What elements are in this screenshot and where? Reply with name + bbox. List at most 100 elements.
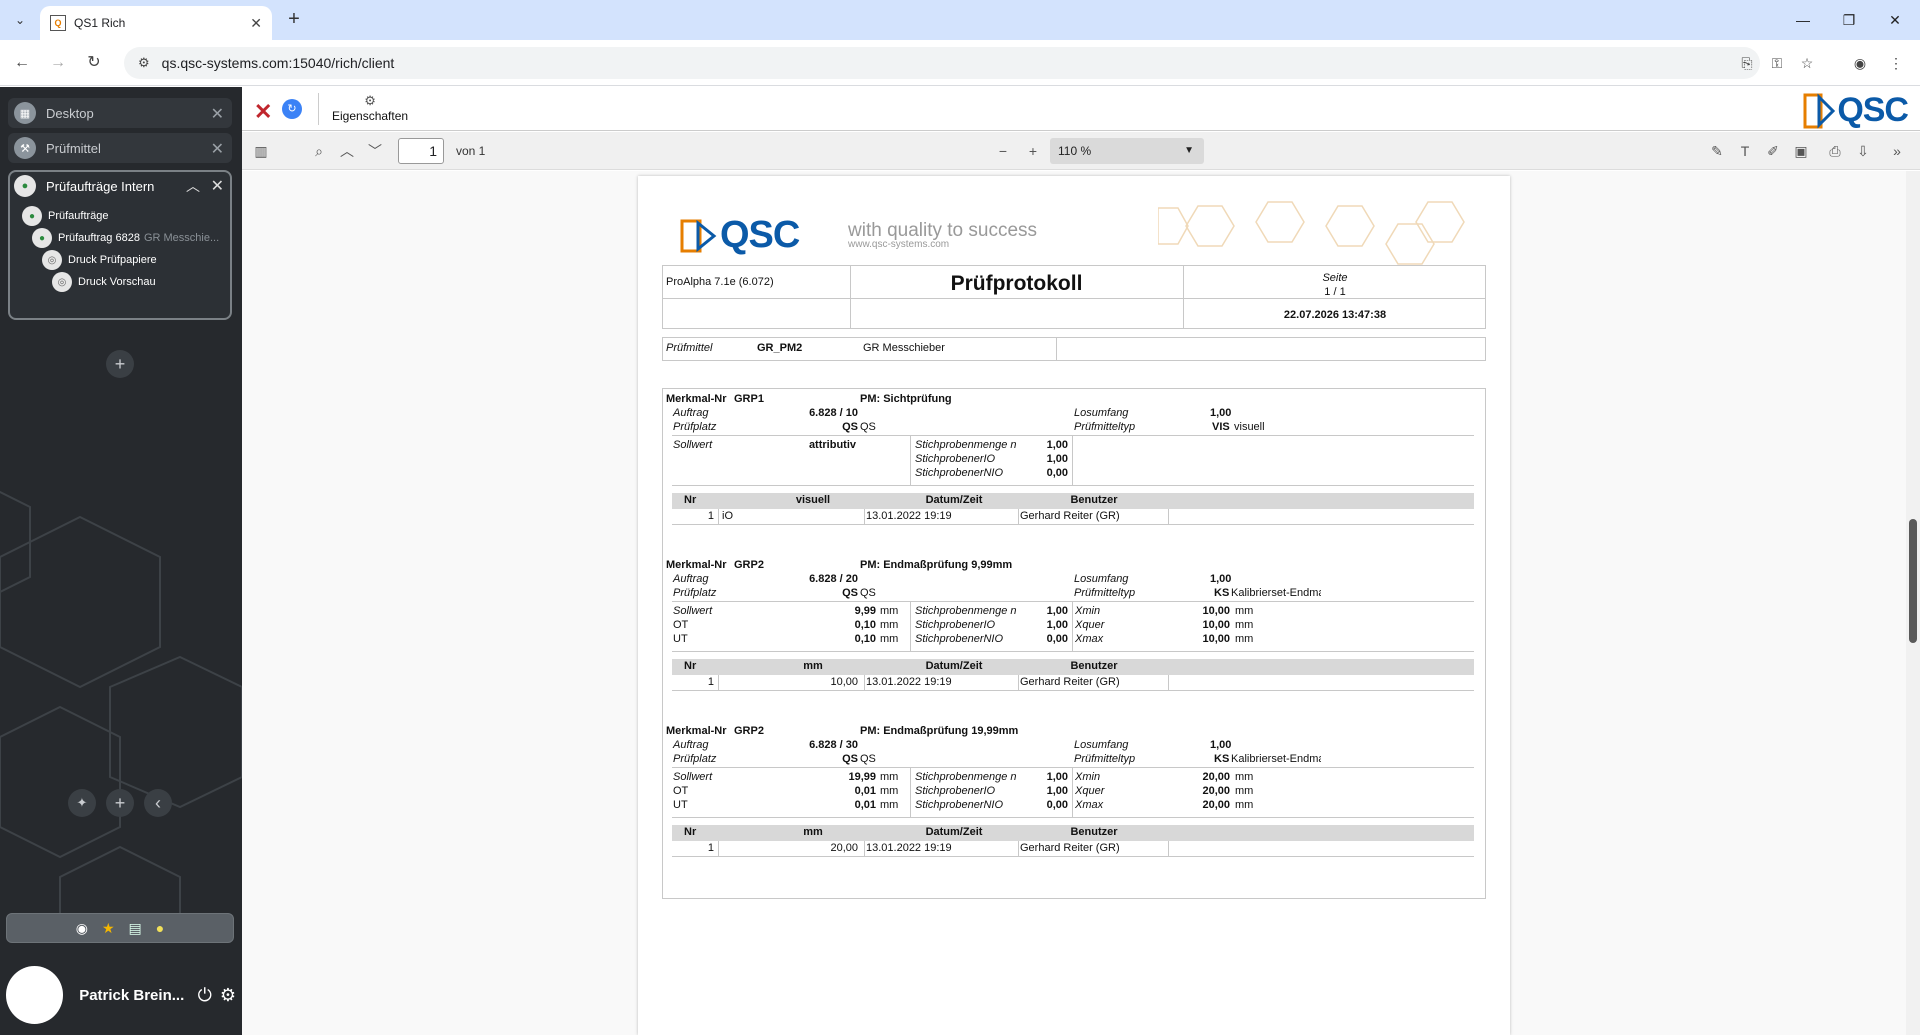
- url-input[interactable]: ⚙ qs.qsc-systems.com:15040/rich/client: [124, 47, 1760, 79]
- sidebar-subitem-druck-pruefpapiere[interactable]: ◎ Druck Prüfpapiere: [42, 250, 157, 270]
- properties-button[interactable]: ⚙ Eigenschaften: [332, 93, 408, 123]
- x-stat-value: 10,00: [1202, 619, 1230, 631]
- sidebar-item-pruefmittel[interactable]: ⚒ Prüfmittel ✕: [8, 133, 232, 163]
- text-tool-icon[interactable]: T: [1734, 140, 1756, 162]
- browser-tab[interactable]: Q QS1 Rich ✕: [40, 6, 272, 40]
- avatar[interactable]: [6, 966, 64, 1024]
- new-tab-button[interactable]: +: [282, 8, 306, 32]
- subitem-label: Druck Prüfpapiere: [68, 254, 157, 266]
- column-header: Benutzer: [1070, 494, 1118, 506]
- table-cell: Gerhard Reiter (GR): [1020, 510, 1120, 522]
- tab-search-icon[interactable]: ⌄: [8, 8, 32, 32]
- close-icon[interactable]: ✕: [211, 104, 224, 124]
- page-count: von 1: [456, 144, 486, 158]
- forward-button[interactable]: →: [46, 51, 70, 75]
- restore-button[interactable]: ❐: [1826, 6, 1872, 34]
- tab-close-icon[interactable]: ✕: [250, 15, 262, 32]
- close-document-icon[interactable]: ✕: [254, 99, 272, 125]
- zoom-in-icon[interactable]: +: [1022, 140, 1044, 162]
- site-settings-icon[interactable]: ⚙: [138, 55, 150, 71]
- power-icon[interactable]: ⏻: [198, 985, 212, 1006]
- refresh-icon[interactable]: ↻: [282, 99, 302, 119]
- spec-unit: mm: [880, 633, 899, 645]
- spec-value: 9,99: [854, 605, 876, 617]
- x-stat-label: Xquer: [1075, 619, 1105, 631]
- spec-unit: mm: [880, 785, 899, 797]
- sidebar-group-header[interactable]: ● Prüfaufträge Intern ︿ ✕: [10, 172, 230, 200]
- auftrag-label: Auftrag: [673, 573, 709, 585]
- minimize-button[interactable]: —: [1780, 6, 1826, 34]
- losumfang-label: Losumfang: [1074, 573, 1129, 585]
- x-stat-label: Xquer: [1075, 785, 1105, 797]
- page-number-input[interactable]: 1: [398, 138, 444, 164]
- pruefmitteltyp-code: VIS: [1212, 421, 1230, 433]
- bookmark-star-icon[interactable]: ☆: [1795, 51, 1819, 75]
- close-icon[interactable]: ✕: [211, 139, 224, 159]
- sample-label: Stichprobenmenge n: [915, 439, 1017, 451]
- sparkle-icon[interactable]: ✦: [68, 789, 96, 817]
- add-module-button[interactable]: +: [106, 350, 134, 378]
- previous-page-icon[interactable]: ︿: [336, 140, 358, 162]
- search-icon[interactable]: ⌕: [308, 140, 330, 162]
- divider: [672, 651, 1474, 652]
- settings-warning-icon[interactable]: ⚙: [220, 985, 236, 1006]
- browser-menu-icon[interactable]: ⋮: [1884, 51, 1908, 75]
- collapse-sidebar-button[interactable]: ‹: [144, 789, 172, 817]
- sidebar-subitem-pruefauftrag-6828[interactable]: ● Prüfauftrag 6828 GR Messchie...: [32, 228, 219, 248]
- next-page-icon[interactable]: ﹀: [364, 140, 386, 162]
- sample-value: 0,00: [1046, 467, 1068, 479]
- desktop-favorite-icon[interactable]: ◉: [76, 920, 88, 937]
- measurement-table-header: Nr mm Datum/Zeit Benutzer: [672, 659, 1474, 675]
- divider: [1168, 509, 1169, 525]
- zoom-value: 110 %: [1058, 144, 1092, 158]
- more-tools-icon[interactable]: »: [1886, 140, 1908, 162]
- divider: [910, 767, 911, 817]
- add-button[interactable]: +: [106, 789, 134, 817]
- sidebar-subitem-druck-vorschau[interactable]: ◎ Druck Vorschau: [52, 272, 156, 292]
- zoom-out-icon[interactable]: −: [992, 140, 1014, 162]
- measurement-table-row: 1 20,00 13.01.2022 19:19 Gerhard Reiter (GR…: [672, 841, 1474, 857]
- losumfang-value: 1,00: [1210, 407, 1232, 419]
- scrollbar[interactable]: [1906, 171, 1920, 1035]
- properties-icon: ⚙: [364, 93, 376, 108]
- close-icon[interactable]: ✕: [211, 176, 224, 196]
- pruefplatz-label: Prüfplatz: [673, 753, 717, 765]
- pdf-toolbar: ▥ ⌕ ︿ ﹀ 1 von 1 − + 110 % ▼ ✎ T ✐ ▣ ⎙ ⇩ …: [242, 132, 1920, 170]
- sidebar-subitem-pruefauftraege[interactable]: ● Prüfaufträge: [22, 206, 109, 226]
- lightbulb-icon[interactable]: ●: [156, 920, 164, 936]
- x-stat-label: Xmin: [1075, 605, 1101, 617]
- sidebar-item-desktop[interactable]: ▦ Desktop ✕: [8, 98, 232, 128]
- column-header: Nr: [684, 826, 697, 838]
- scrollbar-thumb[interactable]: [1909, 519, 1917, 643]
- column-header: Nr: [684, 660, 697, 672]
- divider: [1018, 675, 1019, 691]
- print-icon[interactable]: ⎙: [1824, 140, 1846, 162]
- spec-value: 0,10: [854, 619, 876, 631]
- document-title: Prüfprotokoll: [950, 272, 1083, 295]
- sidebar-toggle-icon[interactable]: ▥: [250, 140, 272, 162]
- password-key-icon[interactable]: ⚿: [1765, 51, 1789, 75]
- document-logo: QSC: [680, 214, 800, 257]
- pruefplatz-code: QS: [842, 753, 858, 765]
- draw-icon[interactable]: ✐: [1762, 140, 1784, 162]
- x-stat-label: Xmax: [1075, 799, 1104, 811]
- save-icon[interactable]: ⇩: [1852, 140, 1874, 162]
- spec-unit: mm: [880, 605, 899, 617]
- profile-icon[interactable]: ◉: [1848, 51, 1872, 75]
- install-app-icon[interactable]: ⎘: [1735, 51, 1759, 75]
- spec-value: attributiv: [808, 439, 856, 451]
- sample-value: 0,00: [1046, 799, 1068, 811]
- documents-icon[interactable]: ▤: [129, 920, 142, 937]
- column-header: Benutzer: [1070, 826, 1118, 838]
- collapse-chevron-icon[interactable]: ︿: [186, 176, 200, 196]
- window-close-button[interactable]: ✕: [1872, 6, 1918, 34]
- image-icon[interactable]: ▣: [1790, 140, 1812, 162]
- back-button[interactable]: ←: [10, 51, 34, 75]
- reload-button[interactable]: ↻: [82, 51, 106, 75]
- x-stat-unit: mm: [1235, 619, 1254, 631]
- highlight-icon[interactable]: ✎: [1706, 140, 1728, 162]
- website: www.qsc-systems.com: [848, 239, 950, 250]
- table-cell: 1: [707, 842, 714, 854]
- star-icon[interactable]: ★: [102, 920, 115, 937]
- zoom-select[interactable]: 110 % ▼: [1050, 138, 1204, 164]
